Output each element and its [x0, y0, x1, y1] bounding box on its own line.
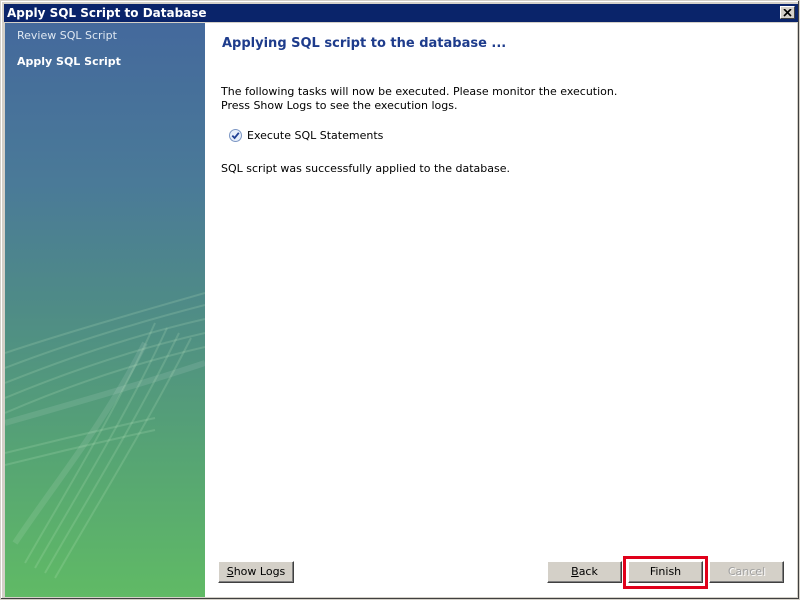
- close-icon: [783, 8, 792, 17]
- task-label: Execute SQL Statements: [247, 129, 384, 142]
- page-title: Applying SQL script to the database ...: [222, 36, 507, 51]
- task-item-execute-sql-statements: Execute SQL Statements: [229, 129, 383, 142]
- sidebar-item-review-sql-script: Review SQL Script: [17, 29, 117, 42]
- back-mnemonic: B: [571, 565, 579, 578]
- wizard-content: Applying SQL script to the database ... …: [205, 23, 797, 597]
- finish-label: Finish: [649, 565, 682, 578]
- finish-button[interactable]: Finish: [628, 561, 703, 583]
- cancel-label: Cancel: [727, 565, 766, 578]
- wizard-sidebar: Review SQL Script Apply SQL Script: [5, 23, 205, 597]
- show-logs-mnemonic: S: [226, 565, 234, 578]
- description-line-2: Press Show Logs to see the execution log…: [221, 99, 458, 112]
- sidebar-decoration: [5, 292, 205, 579]
- result-message: SQL script was successfully applied to t…: [221, 162, 511, 175]
- dialog-window: Apply SQL Script to Database Review SQL …: [0, 0, 800, 600]
- close-button[interactable]: [780, 6, 795, 19]
- title-bar[interactable]: Apply SQL Script to Database: [4, 4, 798, 22]
- cancel-button[interactable]: Cancel: [709, 561, 784, 583]
- back-label: ack: [578, 565, 598, 578]
- task-description: The following tasks will now be executed…: [221, 85, 617, 113]
- show-logs-button[interactable]: Show Logs: [218, 561, 294, 583]
- sidebar-item-apply-sql-script: Apply SQL Script: [17, 55, 121, 68]
- description-line-1: The following tasks will now be executed…: [221, 85, 618, 98]
- back-button[interactable]: Back: [547, 561, 622, 583]
- check-circle-icon: [229, 129, 242, 142]
- window-title: Apply SQL Script to Database: [7, 6, 207, 20]
- show-logs-label: how Logs: [233, 565, 286, 578]
